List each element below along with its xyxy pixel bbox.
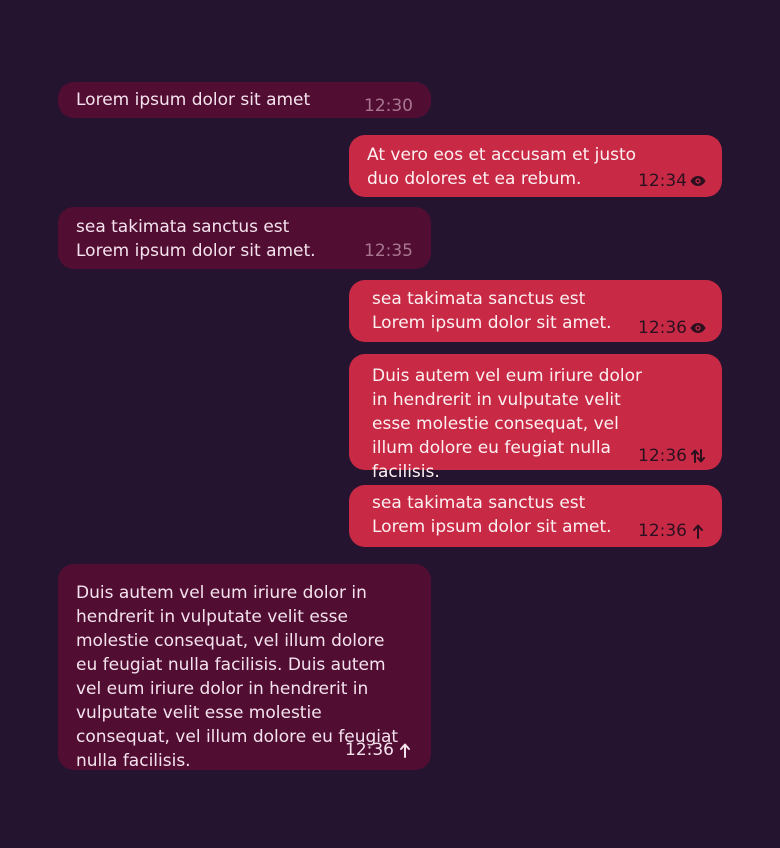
message-meta: 12:35	[364, 241, 413, 261]
message-text: sea takimata sanctus est Lorem ipsum dol…	[372, 289, 612, 333]
message-text: Lorem ipsum dolor sit amet	[76, 90, 311, 110]
message-time: 12:34	[638, 171, 687, 191]
message-meta: 12:34	[638, 171, 706, 191]
eye-icon	[690, 320, 706, 336]
message-bubble-incoming[interactable]: sea takimata sanctus est Lorem ipsum dol…	[58, 207, 431, 269]
message-meta: 12:36	[638, 521, 706, 541]
message-bubble-outgoing[interactable]: sea takimata sanctus est Lorem ipsum dol…	[349, 485, 722, 547]
message-meta: 12:36	[638, 318, 706, 338]
message-time: 12:36	[638, 521, 687, 541]
message-time: 12:35	[364, 241, 413, 261]
message-time: 12:36	[638, 318, 687, 338]
message-text: Duis autem vel eum iriure dolor in hendr…	[372, 366, 642, 482]
message-bubble-incoming[interactable]: Duis autem vel eum iriure dolor in hendr…	[58, 564, 431, 771]
eye-icon	[690, 173, 706, 189]
message-bubble-incoming[interactable]: Lorem ipsum dolor sit amet 12:30	[58, 82, 431, 118]
message-text: sea takimata sanctus est Lorem ipsum dol…	[76, 217, 316, 261]
message-bubble-outgoing[interactable]: sea takimata sanctus est Lorem ipsum dol…	[349, 280, 722, 342]
message-text: sea takimata sanctus est Lorem ipsum dol…	[372, 493, 612, 537]
message-time: 12:36	[638, 446, 687, 466]
message-meta: 12:36	[345, 740, 413, 760]
message-time: 12:30	[364, 96, 413, 116]
arrow-up-icon	[690, 523, 706, 539]
message-bubble-outgoing[interactable]: Duis autem vel eum iriure dolor in hendr…	[349, 354, 722, 482]
message-time: 12:36	[345, 740, 394, 760]
message-bubble-outgoing[interactable]: At vero eos et accusam et justo duo dolo…	[349, 135, 722, 197]
message-text: At vero eos et accusam et justo duo dolo…	[367, 145, 637, 189]
message-meta: 12:30	[364, 96, 413, 116]
arrow-up-icon	[397, 742, 413, 758]
transfer-arrows-icon	[690, 448, 706, 464]
message-meta: 12:36	[638, 446, 706, 466]
